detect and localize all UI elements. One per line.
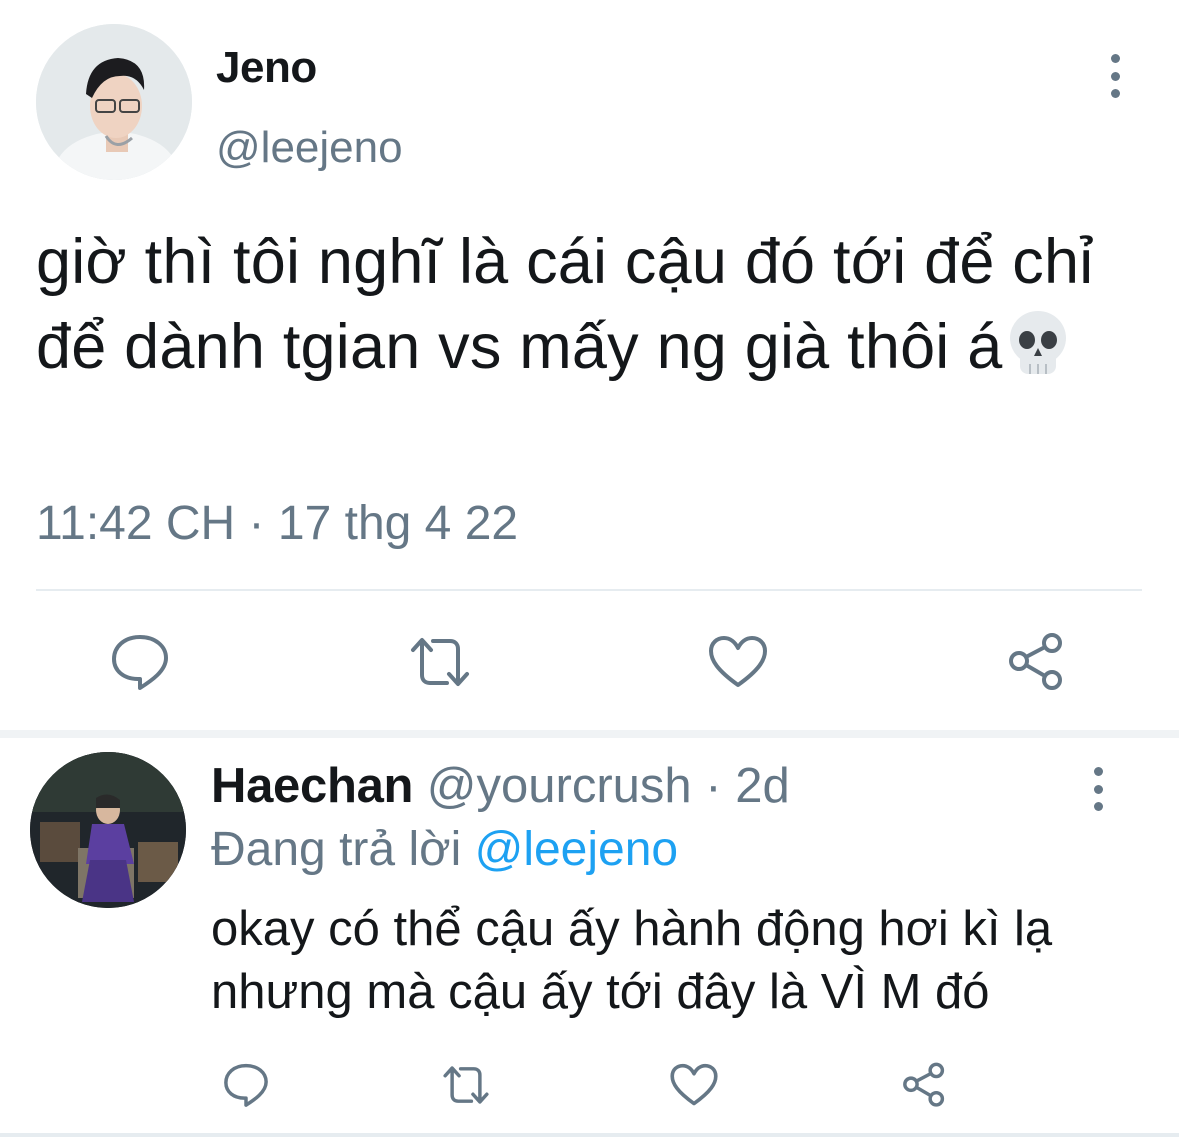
- avatar-image: [36, 24, 192, 180]
- reply-icon[interactable]: [98, 620, 182, 704]
- reply-actions: [211, 1050, 971, 1120]
- reply-age: · 2d: [705, 759, 790, 813]
- user-handle[interactable]: @leejeno: [216, 120, 403, 176]
- reply-more-options-icon[interactable]: [1088, 767, 1108, 811]
- share-icon[interactable]: [889, 1050, 959, 1120]
- replying-mention[interactable]: @leejeno: [475, 823, 679, 876]
- reply-text-line: okay có thể cậu ấy hành động hơi kì lạ: [211, 902, 1053, 956]
- tweet-text: giờ thì tôi nghĩ là cái cậu đó tới để ch…: [36, 220, 1146, 390]
- display-name[interactable]: Jeno: [216, 40, 317, 96]
- tweet-text-content: giờ thì tôi nghĩ là cái cậu đó tới để ch…: [36, 227, 1094, 382]
- retweet-icon[interactable]: [431, 1050, 501, 1120]
- reply-text-line: nhưng mà cậu ấy tới đây là VÌ M đó: [211, 965, 990, 1019]
- like-icon[interactable]: [659, 1050, 729, 1120]
- reply-header: Haechan @yourcrush · 2d: [211, 756, 790, 816]
- divider: [36, 589, 1142, 591]
- replying-to: Đang trả lời @leejeno: [211, 820, 678, 880]
- more-options-icon[interactable]: [1105, 54, 1125, 98]
- retweet-icon[interactable]: [398, 620, 482, 704]
- skull-emoji-icon: [1010, 311, 1067, 374]
- tweet-timestamp[interactable]: 11:42 CH · 17 thg 4 22: [36, 494, 518, 554]
- divider: [0, 1133, 1179, 1137]
- reply-avatar[interactable]: [30, 752, 186, 908]
- tweet-actions: [36, 620, 1142, 704]
- replying-prefix: Đang trả lời: [211, 823, 462, 876]
- like-icon[interactable]: [696, 620, 780, 704]
- avatar[interactable]: [36, 24, 192, 180]
- share-icon[interactable]: [994, 620, 1078, 704]
- avatar-image: [30, 752, 186, 908]
- reply-text: okay có thể cậu ấy hành động hơi kì lạ n…: [211, 898, 1151, 1024]
- reply-handle[interactable]: @yourcrush: [427, 759, 692, 813]
- reply-display-name[interactable]: Haechan: [211, 759, 413, 813]
- reply-icon[interactable]: [211, 1050, 281, 1120]
- section-separator: [0, 730, 1179, 738]
